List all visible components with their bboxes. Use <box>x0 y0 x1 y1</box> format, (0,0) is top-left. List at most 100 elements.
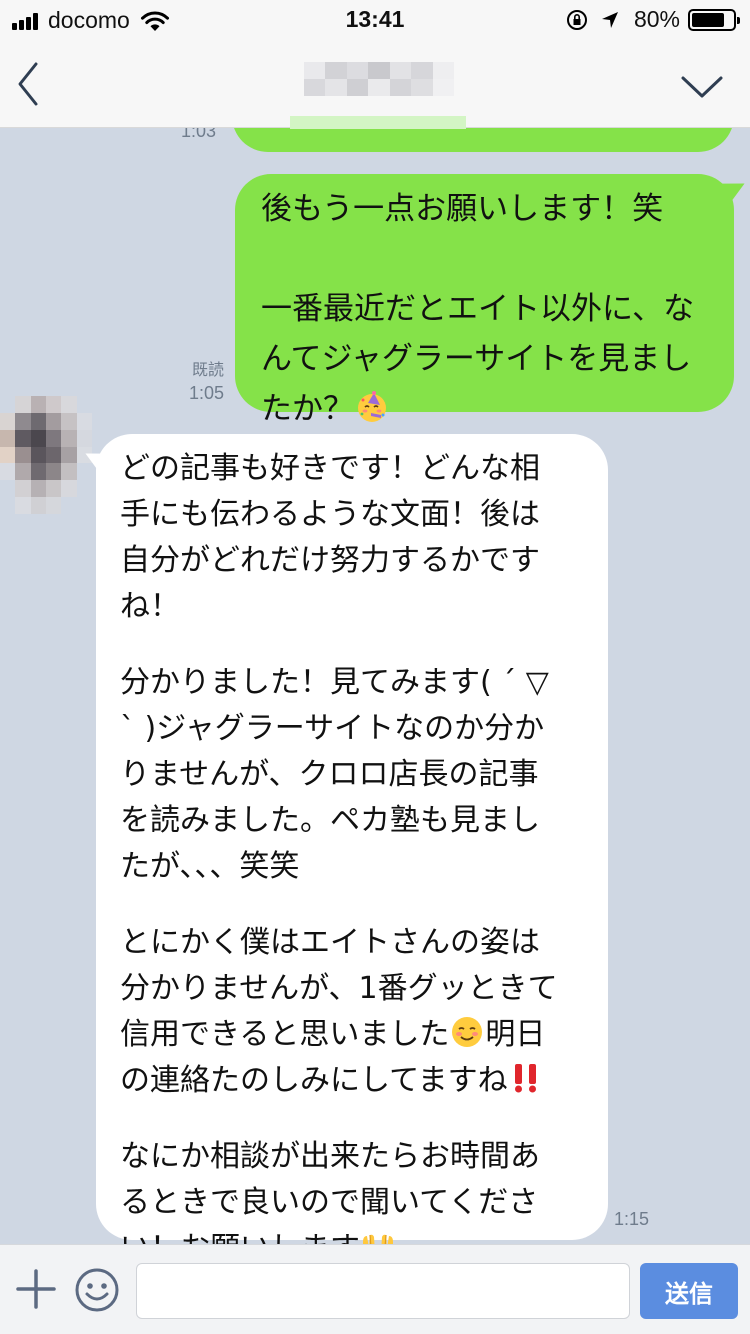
message-line: 後もう一点お願いします！笑 <box>261 191 664 227</box>
partying-face-emoji-icon <box>354 389 390 425</box>
mosaic-cell <box>304 79 326 96</box>
open-hands-emoji-icon <box>360 1228 396 1244</box>
avatar-pixel <box>15 497 31 514</box>
avatar-pixel <box>30 446 46 464</box>
avatar-pixel <box>30 497 46 514</box>
location-arrow-icon <box>601 11 618 28</box>
avatar-pixel <box>45 480 62 498</box>
battery-fill <box>692 12 724 27</box>
avatar-pixel <box>61 463 77 481</box>
avatar-pixel <box>45 463 62 481</box>
avatar-pixel <box>45 412 62 430</box>
message-line: 分かりませんが、1番グッときて <box>120 971 558 1006</box>
sender-avatar[interactable] <box>0 396 92 514</box>
avatar-pixel <box>30 412 46 430</box>
mosaic-cell <box>346 62 369 79</box>
outgoing-meta: 既読 1:05 <box>166 360 224 404</box>
time-label: 1:05 <box>188 383 224 403</box>
back-chevron-icon[interactable] <box>14 60 42 108</box>
avatar-pixel <box>61 412 77 430</box>
message-line: 分かりました！見てみます( ´ ▽ <box>120 665 549 700</box>
message-text: い！お願いします <box>120 1231 360 1244</box>
message-line-with-emoji: の連絡たのしみにしてますね <box>120 1058 608 1104</box>
avatar-pixel <box>61 497 77 514</box>
mosaic-cell <box>368 62 390 79</box>
avatar-pixel <box>0 463 16 481</box>
avatar-pixel <box>76 396 92 413</box>
avatar-pixel <box>45 446 62 464</box>
avatar-pixel <box>45 429 62 447</box>
send-button[interactable]: 送信 <box>640 1263 738 1319</box>
message-line: ` )ジャグラーサイトなのか分か <box>120 711 545 746</box>
mosaic-cell <box>325 79 347 96</box>
status-right: 80% <box>566 6 740 33</box>
message-line-with-emoji: たか？ <box>261 384 734 434</box>
mosaic-cell <box>346 79 369 96</box>
message-line: 自分がどれだけ努力するかです <box>120 543 540 578</box>
blurred-title-highlight <box>290 116 466 129</box>
avatar-pixel <box>0 396 16 413</box>
avatar-pixel <box>15 412 31 430</box>
chat-title[interactable] <box>290 62 466 132</box>
avatar-pixel <box>30 429 46 447</box>
message-spacer <box>120 890 608 920</box>
message-time-partial: 1:03 <box>160 128 216 144</box>
avatar-pixel <box>0 429 16 447</box>
message-text: たか？ <box>261 391 354 427</box>
smiley-icon[interactable] <box>74 1267 120 1313</box>
plus-icon[interactable] <box>14 1267 58 1311</box>
message-line: んてジャグラーサイトを見まし <box>261 341 692 377</box>
avatar-pixel <box>15 446 31 464</box>
time-label: 1:15 <box>614 1209 650 1229</box>
mosaic-cell <box>389 79 412 96</box>
avatar-pixel <box>45 497 62 514</box>
avatar-pixel <box>15 463 31 481</box>
message-text: 信用できると思いました <box>120 1017 450 1052</box>
avatar-pixel <box>30 396 46 413</box>
avatar-pixel <box>0 480 16 498</box>
avatar-pixel <box>15 396 31 413</box>
incoming-bubble[interactable]: どの記事も好きです！どんな相 手にも伝わるような文面！後は 自分がどれだけ努力す… <box>96 434 608 1244</box>
menu-chevron-down-icon[interactable] <box>680 74 724 100</box>
avatar-pixel <box>45 396 62 413</box>
mosaic-cell <box>368 79 390 96</box>
battery-icon <box>688 8 740 31</box>
message-line: りませんが、クロロ店長の記事 <box>120 757 539 792</box>
avatar-pixel <box>15 480 31 498</box>
message-line: なにか相談が出来たらお時間あ <box>120 1139 540 1174</box>
read-receipt: 既読 <box>191 362 224 379</box>
message-line: どの記事も好きです！どんな相 <box>120 451 540 486</box>
blurred-title-mosaic <box>304 62 454 96</box>
avatar-pixel <box>0 412 16 430</box>
avatar-pixel <box>76 412 92 430</box>
message-text: 明日 <box>485 1017 546 1052</box>
avatar-pixel <box>76 497 92 514</box>
mosaic-cell <box>389 62 412 79</box>
chat-area[interactable]: 1:03 後もう一点お願いします！笑 一番最近だとエイト以外に、な んてジャグラ… <box>0 128 750 1244</box>
message-input-bar: 送信 <box>0 1244 750 1334</box>
message-text: の連絡たのしみにしてますね <box>120 1063 508 1098</box>
time-label: 1:03 <box>180 128 216 141</box>
mosaic-cell <box>432 79 454 96</box>
message-line: とにかく僕はエイトさんの姿は <box>120 925 540 960</box>
message-line: るときで良いので聞いてくださ <box>120 1185 539 1220</box>
message-spacer <box>120 630 608 660</box>
message-spacer <box>261 234 734 284</box>
smiling-face-emoji-icon <box>449 1014 485 1050</box>
mosaic-cell <box>304 62 326 79</box>
rotation-lock-icon <box>566 9 587 30</box>
avatar-pixel <box>0 446 16 464</box>
message-spacer <box>120 1104 608 1134</box>
message-line: 手にも伝わるような文面！後は <box>120 497 540 532</box>
outgoing-bubble[interactable]: 後もう一点お願いします！笑 一番最近だとエイト以外に、な んてジャグラーサイトを… <box>235 174 734 427</box>
message-line: 一番最近だとエイト以外に、な <box>261 291 695 327</box>
avatar-pixel <box>61 396 77 413</box>
message-line: たが、、、笑笑 <box>120 849 300 884</box>
incoming-meta: 1:15 <box>614 1208 658 1230</box>
battery-percent: 80% <box>633 6 680 32</box>
avatar-pixel <box>30 463 46 481</box>
message-line: ね！ <box>120 589 180 624</box>
avatar-pixel <box>15 429 31 447</box>
avatar-pixel <box>30 480 46 498</box>
message-text-input[interactable] <box>136 1263 630 1319</box>
